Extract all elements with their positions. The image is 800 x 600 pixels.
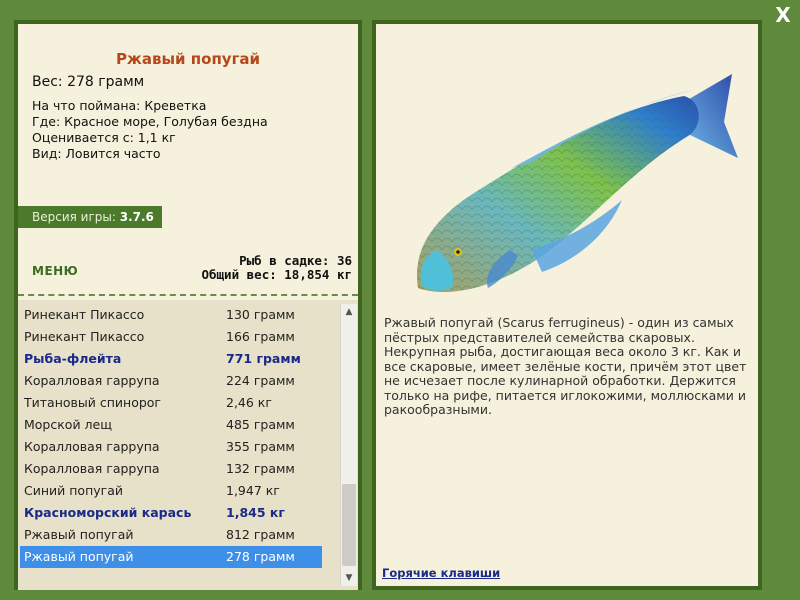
catch-location: Где: Красное море, Голубая бездна bbox=[32, 114, 268, 129]
fish-info-panel: Ржавый попугай Вес: 278 грамм На что пой… bbox=[14, 20, 362, 590]
hotkeys-link[interactable]: Горячие клавиши bbox=[382, 566, 500, 580]
list-item-name: Рыба-флейта bbox=[24, 351, 122, 366]
fish-count: Рыб в садке: 36 bbox=[239, 253, 352, 268]
list-item[interactable]: Ржавый попугай 812 грамм bbox=[20, 524, 322, 546]
list-item[interactable]: Рыба-флейта 771 грамм bbox=[20, 348, 322, 370]
fish-image-panel: Ржавый попугай (Scarus ferrugineus) - од… bbox=[372, 20, 762, 590]
list-item-name: Синий попугай bbox=[24, 483, 123, 498]
list-item-name: Ржавый попугай bbox=[24, 527, 134, 542]
list-item-weight: 278 грамм bbox=[226, 549, 295, 564]
list-item[interactable]: Морской лещ 485 грамм bbox=[20, 414, 322, 436]
list-item-weight: 130 грамм bbox=[226, 307, 295, 322]
caught-with: На что поймана: Креветка bbox=[32, 98, 207, 113]
version-label: Версия игры: bbox=[32, 210, 116, 224]
list-item-weight: 1,845 кг bbox=[226, 505, 285, 520]
fish-weight: Вес: 278 грамм bbox=[32, 74, 145, 90]
list-item-weight: 2,46 кг bbox=[226, 395, 272, 410]
fish-details: На что поймана: Креветка Где: Красное мо… bbox=[32, 98, 268, 162]
list-item-name: Титановый спинорог bbox=[24, 395, 161, 410]
list-item-weight: 355 грамм bbox=[226, 439, 295, 454]
close-button[interactable]: X bbox=[772, 4, 794, 26]
cage-stats: Рыб в садке: 36 Общий вес: 18,854 кг bbox=[201, 254, 352, 282]
list-item[interactable]: Ринекант Пикассо 166 грамм bbox=[20, 326, 322, 348]
list-item-name: Коралловая гаррупа bbox=[24, 439, 160, 454]
fish-illustration bbox=[416, 74, 738, 293]
list-item-name: Коралловая гаррупа bbox=[24, 461, 160, 476]
list-item-weight: 166 грамм bbox=[226, 329, 295, 344]
version-value: 3.7.6 bbox=[119, 210, 154, 224]
list-item[interactable]: Коралловая гаррупа 355 грамм bbox=[20, 436, 322, 458]
divider bbox=[18, 294, 358, 296]
catch-list: Ринекант Пикассо 130 грамм Ринекант Пикасс… bbox=[20, 304, 322, 568]
scroll-thumb[interactable] bbox=[342, 484, 356, 566]
fish-description: Ржавый попугай (Scarus ferrugineus) - од… bbox=[384, 315, 747, 417]
menu-button[interactable]: МЕНЮ bbox=[32, 264, 78, 278]
list-item-name: Красноморский карась bbox=[24, 505, 192, 520]
list-item[interactable]: Синий попугай 1,947 кг bbox=[20, 480, 322, 502]
close-icon: X bbox=[775, 3, 791, 27]
list-item[interactable]: Ржавый попугай 278 грамм bbox=[20, 546, 322, 568]
list-item-name: Коралловая гаррупа bbox=[24, 373, 160, 388]
chevron-up-icon[interactable]: ▲ bbox=[341, 304, 357, 320]
catch-list-area: Ринекант Пикассо 130 грамм Ринекант Пикасс… bbox=[18, 300, 358, 590]
list-scrollbar[interactable]: ▲ ▼ bbox=[340, 304, 357, 586]
list-item[interactable]: Титановый спинорог 2,46 кг bbox=[20, 392, 322, 414]
list-item-weight: 1,947 кг bbox=[226, 483, 280, 498]
list-item-weight: 812 грамм bbox=[226, 527, 295, 542]
list-item-name: Морской лещ bbox=[24, 417, 112, 432]
list-item-name: Ринекант Пикассо bbox=[24, 329, 145, 344]
total-weight: Общий вес: 18,854 кг bbox=[201, 267, 352, 282]
list-item-name: Ринекант Пикассо bbox=[24, 307, 145, 322]
list-item[interactable]: Ринекант Пикассо 130 грамм bbox=[20, 304, 322, 326]
list-item[interactable]: Красноморский карась 1,845 кг bbox=[20, 502, 322, 524]
list-item[interactable]: Коралловая гаррупа 132 грамм bbox=[20, 458, 322, 480]
version-bar: Версия игры: 3.7.6 bbox=[18, 206, 162, 228]
list-item-name: Ржавый попугай bbox=[24, 549, 134, 564]
catch-frequency: Вид: Ловится часто bbox=[32, 146, 161, 161]
list-item-weight: 485 грамм bbox=[226, 417, 295, 432]
list-item-weight: 224 грамм bbox=[226, 373, 295, 388]
value-from: Оценивается с: 1,1 кг bbox=[32, 130, 176, 145]
chevron-down-icon[interactable]: ▼ bbox=[341, 570, 357, 586]
list-item[interactable]: Коралловая гаррупа 224 грамм bbox=[20, 370, 322, 392]
fish-title: Ржавый попугай bbox=[115, 50, 261, 68]
list-item-weight: 771 грамм bbox=[226, 351, 301, 366]
list-item-weight: 132 грамм bbox=[226, 461, 295, 476]
